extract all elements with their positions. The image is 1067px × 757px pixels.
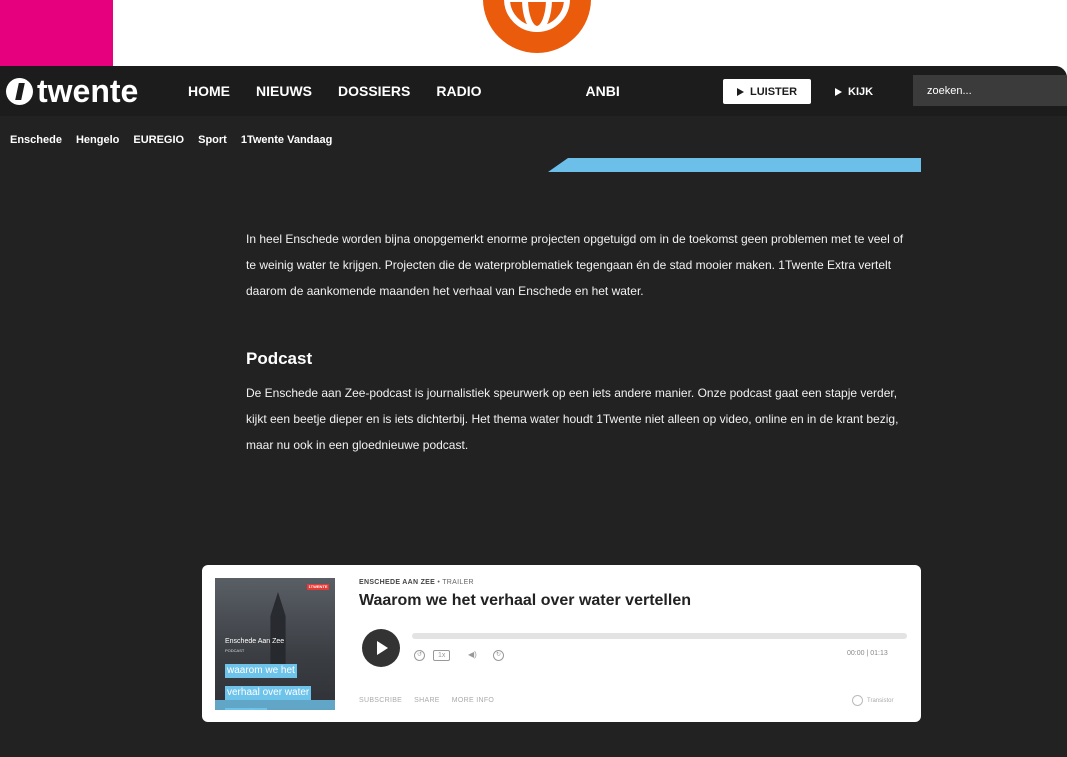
subnav-item-sport[interactable]: Sport: [198, 134, 227, 146]
listen-button[interactable]: LUISTER: [723, 79, 811, 104]
subnav-item-euregio[interactable]: EUREGIO: [133, 134, 184, 146]
subnav-item-enschede[interactable]: Enschede: [10, 134, 62, 146]
transistor-logo-icon: [852, 695, 863, 706]
episode-type: TRAILER: [442, 579, 474, 586]
playback-time: 00:00 | 01:13: [847, 650, 888, 657]
play-icon: [835, 87, 842, 96]
cover-title-line: verhaal over water: [225, 686, 312, 700]
episode-cover-art: 1TWENTE Enschede Aan Zee PODCAST waarom …: [215, 578, 335, 710]
watch-button[interactable]: KIJK: [835, 79, 895, 104]
listen-button-label: LUISTER: [749, 85, 798, 98]
menu-item-home[interactable]: HOME: [188, 83, 230, 99]
globe-icon: [483, 0, 591, 53]
play-button[interactable]: [362, 629, 400, 667]
player-brand[interactable]: Transistor: [852, 695, 893, 706]
menu-item-anbi[interactable]: ANBI: [585, 83, 619, 99]
subnav-item-vandaag[interactable]: 1Twente Vandaag: [241, 134, 333, 146]
pink-accent-block: [0, 0, 113, 66]
subnav-item-hengelo[interactable]: Hengelo: [76, 134, 119, 146]
cover-show-name: Enschede Aan Zee: [225, 638, 285, 645]
main-menu: HOME NIEUWS DOSSIERS RADIO ANBI: [188, 66, 646, 116]
logo-text: twente: [37, 73, 139, 109]
article-lead: In heel Enschede worden bijna onopgemerk…: [246, 232, 904, 298]
cover-title-line: waarom we het: [225, 664, 297, 678]
menu-item-dossiers[interactable]: DOSSIERS: [338, 83, 410, 99]
speed-button[interactable]: 1x: [433, 650, 451, 661]
main-navbar: twente HOME NIEUWS DOSSIERS RADIO ANBI L…: [0, 66, 1067, 116]
menu-item-nieuws[interactable]: NIEUWS: [256, 83, 312, 99]
podcast-player: 1TWENTE Enschede Aan Zee PODCAST waarom …: [202, 565, 921, 722]
browser-window: twente HOME NIEUWS DOSSIERS RADIO ANBI L…: [0, 66, 1067, 757]
player-links: SUBSCRIBE SHARE MORE INFO: [359, 697, 506, 704]
site-logo[interactable]: twente: [6, 74, 138, 108]
share-link[interactable]: SHARE: [414, 697, 440, 704]
search-input[interactable]: [913, 75, 1067, 106]
menu-item-radio[interactable]: RADIO: [436, 83, 481, 99]
show-name: ENSCHEDE AAN ZEE: [359, 579, 436, 586]
forward-icon[interactable]: ↻: [493, 650, 504, 661]
progress-bar[interactable]: [412, 633, 907, 639]
sub-navbar: Enschede Hengelo EUREGIO Sport 1Twente V…: [0, 126, 346, 154]
more-info-link[interactable]: MORE INFO: [452, 697, 494, 704]
brand-label: Transistor: [867, 697, 894, 704]
watch-button-label: KIJK: [848, 85, 874, 98]
cover-brand-badge: 1TWENTE: [307, 584, 329, 590]
article-body: In heel Enschede worden bijna onopgemerk…: [246, 226, 906, 458]
subscribe-link[interactable]: SUBSCRIBE: [359, 697, 402, 704]
episode-meta: ENSCHEDE AAN ZEE • TRAILER: [359, 579, 474, 586]
cover-show-sub: PODCAST: [225, 648, 245, 653]
logo-mark-icon: [6, 77, 33, 105]
podcast-heading: Podcast: [246, 349, 313, 368]
cover-wave-decoration: [215, 700, 335, 710]
rewind-icon[interactable]: ↺: [414, 650, 425, 661]
volume-icon[interactable]: ◀): [468, 650, 477, 659]
decorative-blue-strip: [548, 158, 921, 172]
play-icon: [736, 87, 744, 96]
episode-title: Waarom we het verhaal over water vertell…: [359, 592, 691, 609]
podcast-paragraph: De Enschede aan Zee-podcast is journalis…: [246, 386, 899, 452]
